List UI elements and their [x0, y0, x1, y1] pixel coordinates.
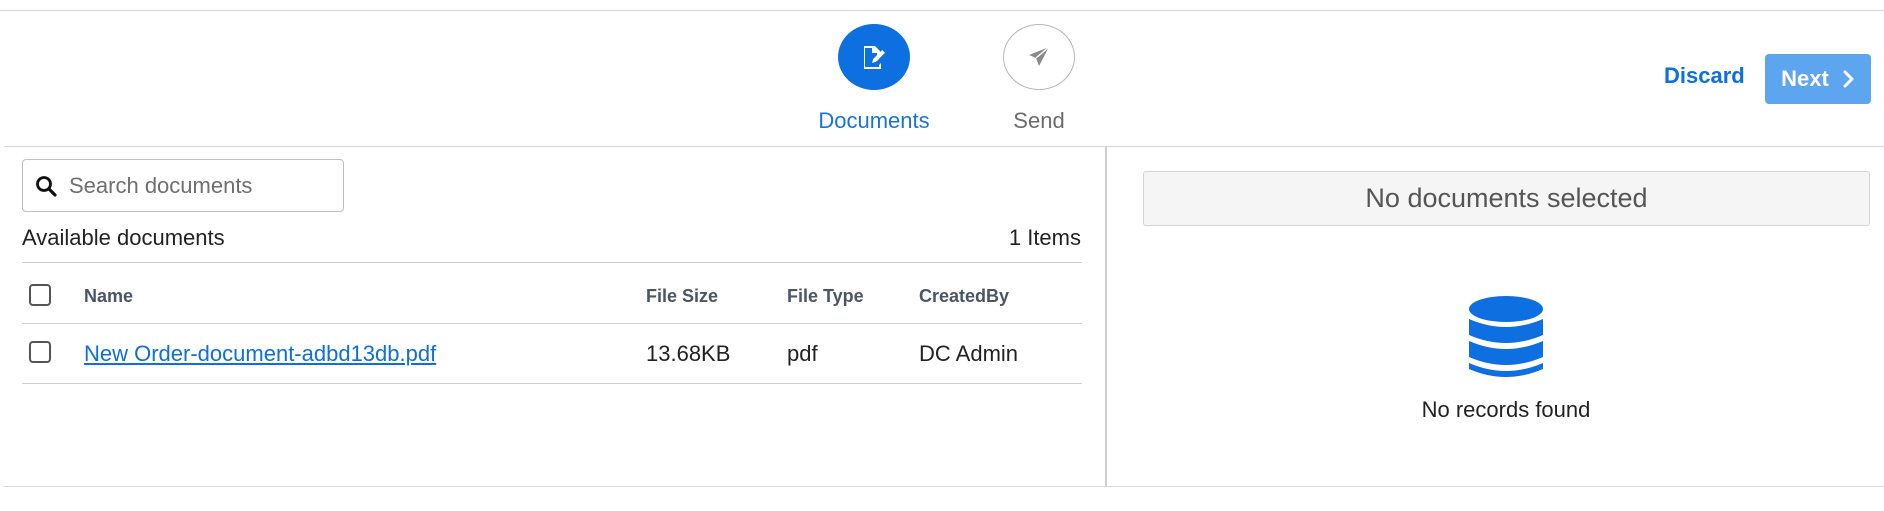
created-by-cell: DC Admin [919, 341, 1019, 366]
selected-documents-header: No documents selected [1143, 171, 1870, 226]
step-send-circle[interactable] [1003, 24, 1075, 90]
column-header-file-type[interactable]: File Type [787, 286, 864, 307]
search-box[interactable] [22, 159, 344, 212]
column-header-name[interactable]: Name [84, 286, 133, 307]
row-checkbox[interactable] [29, 341, 51, 363]
panel-divider [1105, 146, 1107, 486]
section-divider [4, 146, 1884, 147]
next-button-label: Next [1781, 66, 1829, 91]
search-input[interactable] [67, 171, 321, 200]
document-name-link[interactable]: New Order-document-adbd13db.pdf [84, 341, 436, 367]
table-bottom-rule [22, 383, 1082, 384]
database-icon [1469, 296, 1543, 377]
next-button[interactable]: Next [1765, 54, 1871, 104]
file-type-cell: pdf [787, 341, 818, 366]
file-size-cell: 13.68KB [646, 341, 731, 366]
search-icon [36, 175, 57, 197]
top-divider [0, 10, 1884, 11]
step-send-label: Send [1013, 108, 1065, 133]
available-documents-title: Available documents [22, 225, 225, 250]
items-count: 1 Items [1008, 225, 1081, 250]
bottom-divider [4, 486, 1884, 487]
edit-document-icon [864, 46, 885, 69]
chevron-right-icon [1843, 70, 1854, 88]
no-records-text: No records found [1421, 397, 1591, 422]
table-header-rule [22, 323, 1082, 324]
select-all-checkbox[interactable] [29, 284, 51, 306]
step-send[interactable]: Send [979, 24, 1099, 134]
step-documents[interactable]: Documents [814, 24, 934, 134]
discard-button[interactable]: Discard [1664, 63, 1745, 89]
paper-plane-icon [1029, 46, 1050, 66]
column-header-created-by[interactable]: CreatedBy [919, 286, 1009, 307]
column-header-file-size[interactable]: File Size [646, 286, 718, 307]
table-top-rule [22, 262, 1082, 263]
step-documents-circle[interactable] [838, 24, 910, 90]
step-documents-label: Documents [818, 108, 930, 133]
